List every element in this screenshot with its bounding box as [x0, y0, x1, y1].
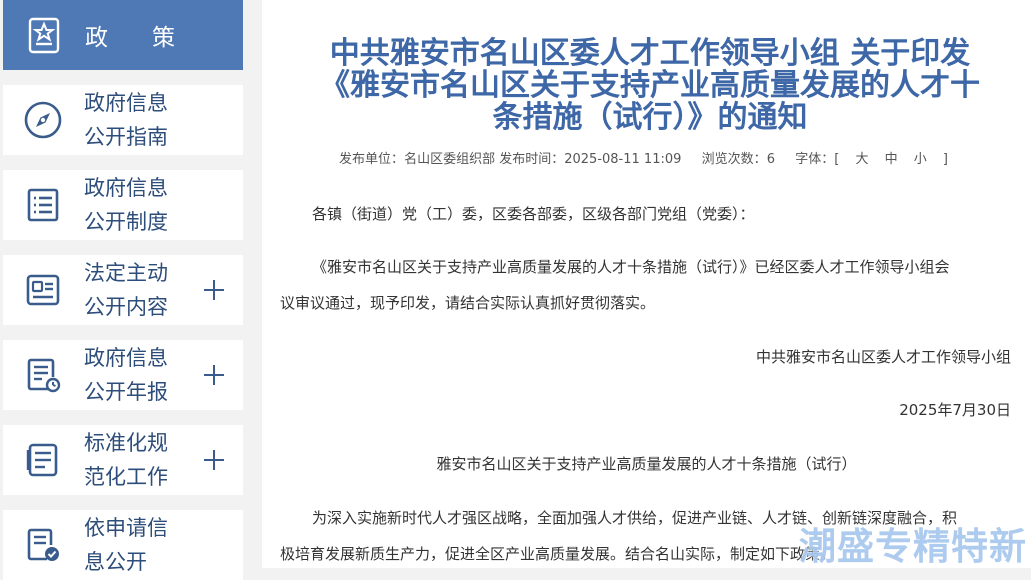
signature: 中共雅安市名山区委人才工作领导小组	[755, 348, 1011, 366]
compass-icon	[24, 101, 62, 139]
id-card-icon	[26, 274, 60, 306]
sidebar-item-statutory-content[interactable]: 法定主动 公开内容	[3, 255, 243, 325]
view-count: 6	[766, 152, 775, 167]
sidebar-item-standardization[interactable]: 标准化规 范化工作	[3, 425, 243, 495]
sidebar-item-label: 法定主动 公开内容	[84, 261, 168, 319]
expand-plus-icon[interactable]	[204, 450, 224, 470]
sidebar-header[interactable]: 政策	[3, 0, 243, 70]
doc-check-icon	[27, 528, 59, 561]
sidebar-item-disclosure-guide[interactable]: 政府信息 公开指南	[3, 85, 243, 155]
paragraph-1-line-1: 《雅安市名山区关于支持产业高质量发展的人才十条措施（试行）》已经区委人才工作领导…	[312, 258, 950, 276]
watermark: 潮盛专精特新	[799, 525, 1027, 568]
publisher: 名山区委组织部	[404, 152, 496, 167]
article-meta: 发布单位：名山区委组织部 发布时间：2025-08-11 11:09 浏览次数：…	[339, 152, 954, 167]
sidebar-item-label: 政府信息 公开制度	[84, 176, 168, 234]
star-document-icon	[28, 17, 60, 54]
expand-plus-icon[interactable]	[204, 365, 224, 385]
section-subtitle: 雅安市名山区关于支持产业高质量发展的人才十条措施（试行）	[436, 455, 857, 473]
salutation: 各镇（街道）党（工）委，区委各部委，区级各部门党组（党委）：	[312, 205, 755, 223]
sidebar-item-on-request[interactable]: 依申请信 息公开	[3, 510, 243, 580]
expand-plus-icon[interactable]	[204, 280, 224, 300]
font-size-switch[interactable]: [ 大 中 小 ]	[834, 152, 954, 167]
sidebar-item-annual-report[interactable]: 政府信息 公开年报	[3, 340, 243, 410]
paragraph-1-line-2: 议审议通过，现予印发，请结合实际认真抓好贯彻落实。	[280, 294, 656, 312]
article-title: 中共雅安市名山区委人才工作领导小组 关于印发 《雅安市名山区关于支持产业高质量发…	[320, 36, 980, 135]
file-text-icon	[26, 443, 58, 477]
article-panel: 中共雅安市名山区委人才工作领导小组 关于印发 《雅安市名山区关于支持产业高质量发…	[262, 0, 1031, 568]
sidebar: 政策 政府信息 公开指南 政府信息 公开制度 法定主动 公开内容 政府信息 公开…	[0, 0, 250, 580]
sidebar-header-title: 政策	[85, 25, 219, 51]
sidebar-item-label: 依申请信 息公开	[84, 516, 168, 574]
sidebar-item-disclosure-system[interactable]: 政府信息 公开制度	[3, 170, 243, 240]
paragraph-2-line-2: 极培育发展新质生产力，促进全区产业高质量发展。结合名山实际，制定如下政策。	[280, 545, 836, 563]
document-list-icon	[27, 188, 59, 222]
sidebar-item-label: 标准化规 范化工作	[84, 431, 168, 489]
date: 2025年7月30日	[899, 401, 1011, 419]
publish-time: 2025-08-11 11:09	[564, 152, 682, 167]
sidebar-item-label: 政府信息 公开年报	[84, 346, 168, 404]
sidebar-item-label: 政府信息 公开指南	[84, 91, 168, 149]
report-icon	[27, 358, 61, 393]
